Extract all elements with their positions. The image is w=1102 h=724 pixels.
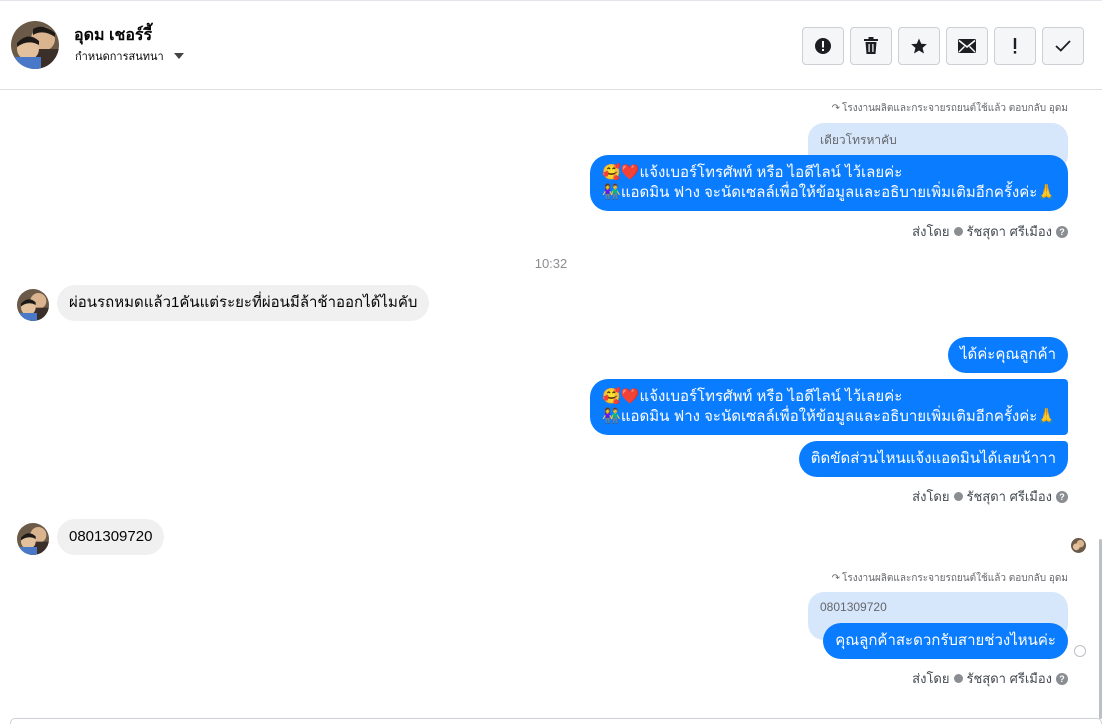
alert-circle-icon: [815, 38, 831, 54]
help-icon[interactable]: ?: [1056, 490, 1068, 503]
message-line: 👫แอดมิน ฟาง จะนัดเซลล์เพื่อให้ข้อมูลและอ…: [602, 408, 1056, 425]
incoming-message[interactable]: ผ่อนรถหมดแล้ว1คันแต่ระยะที่ผ่อนมีล้าช้าอ…: [57, 285, 430, 321]
sender-avatar[interactable]: [17, 289, 49, 321]
delete-button[interactable]: [850, 27, 892, 65]
envelope-icon: [958, 39, 976, 53]
sent-by-label: ส่งโดย: [912, 224, 950, 239]
sent-by-info: ส่งโดย รัชสุดา ศรีเมือง ?: [912, 668, 1068, 689]
page-badge-icon: [953, 674, 963, 683]
outgoing-message[interactable]: ติดขัดส่วนไหนแจ้งแอดมินได้เลยน้าาา: [798, 441, 1068, 477]
sent-by-label: ส่งโดย: [912, 671, 950, 686]
outgoing-message[interactable]: คุณลูกค้าสะดวกรับสายช่วงไหนค่ะ: [823, 623, 1068, 659]
header-actions: [802, 27, 1084, 65]
sent-by-name[interactable]: รัชสุดา ศรีเมือง: [967, 486, 1053, 507]
message-timestamp: 10:32: [534, 256, 568, 271]
reply-arrow-icon: ↷: [831, 103, 840, 114]
sent-by-name[interactable]: รัชสุดา ศรีเมือง: [967, 668, 1053, 689]
help-icon[interactable]: ?: [1056, 672, 1068, 685]
sent-by-info: ส่งโดย รัชสุดา ศรีเมือง ?: [912, 221, 1068, 242]
conversation-settings-dropdown[interactable]: กำหนดการสนทนา: [75, 47, 184, 65]
sender-avatar[interactable]: [17, 523, 49, 555]
star-icon: [911, 38, 927, 54]
reply-context-text: โรงงานผลิตและกระจายรถยนต์ใช้แล้ว ตอบกลับ…: [841, 573, 1068, 584]
quoted-text: 0801309720: [820, 600, 887, 614]
follow-up-button[interactable]: [994, 27, 1036, 65]
conversation-settings-label: กำหนดการสนทนา: [75, 51, 164, 63]
star-button[interactable]: [898, 27, 940, 65]
incoming-message[interactable]: 0801309720: [57, 519, 165, 555]
check-icon: [1055, 40, 1071, 52]
reply-context: ↷ โรงงานผลิตและกระจายรถยนต์ใช้แล้ว ตอบกล…: [832, 571, 1068, 586]
message-line: 🥰❤️แจ้งเบอร์โทรศัพท์ หรือ ไอดีไลน์ ไว้เล…: [602, 164, 903, 181]
sent-by-label: ส่งโดย: [912, 489, 950, 504]
help-icon[interactable]: ?: [1056, 225, 1068, 238]
read-receipt-avatar: [1071, 538, 1086, 553]
reply-arrow-icon: ↷: [831, 573, 840, 584]
outgoing-message[interactable]: 🥰❤️แจ้งเบอร์โทรศัพท์ หรือ ไอดีไลน์ ไว้เล…: [590, 379, 1068, 435]
page-badge-icon: [953, 227, 963, 236]
sent-by-name[interactable]: รัชสุดา ศรีเมือง: [967, 221, 1053, 242]
message-thread[interactable]: ↷ โรงงานผลิตและกระจายรถยนต์ใช้แล้ว ตอบกล…: [0, 91, 1102, 720]
quoted-text: เดียวโทรหาคับ: [820, 133, 897, 147]
outgoing-message[interactable]: 🥰❤️แจ้งเบอร์โทรศัพท์ หรือ ไอดีไลน์ ไว้เล…: [590, 155, 1068, 211]
page-badge-icon: [953, 492, 963, 501]
reply-context-text: โรงงานผลิตและกระจายรถยนต์ใช้แล้ว ตอบกลับ…: [841, 103, 1068, 114]
delivered-check-icon: [1074, 645, 1086, 657]
outgoing-message[interactable]: ได้ค่ะคุณลูกค้า: [947, 337, 1068, 373]
contact-avatar[interactable]: [11, 21, 59, 69]
trash-icon: [864, 37, 878, 54]
sent-by-info: ส่งโดย รัชสุดา ศรีเมือง ?: [912, 486, 1068, 507]
mark-done-button[interactable]: [1042, 27, 1084, 65]
message-composer[interactable]: [10, 718, 1102, 724]
contact-name[interactable]: อุดม เชอร์รี้: [74, 23, 152, 48]
caret-down-icon: [173, 53, 184, 59]
message-line: 🥰❤️แจ้งเบอร์โทรศัพท์ หรือ ไอดีไลน์ ไว้เล…: [602, 388, 903, 405]
exclamation-icon: [1013, 38, 1017, 54]
mark-spam-button[interactable]: [802, 27, 844, 65]
reply-context: ↷ โรงงานผลิตและกระจายรถยนต์ใช้แล้ว ตอบกล…: [832, 101, 1068, 116]
conversation-header: อุดม เชอร์รี้ กำหนดการสนทนา: [0, 0, 1102, 90]
mark-unread-button[interactable]: [946, 27, 988, 65]
message-line: 👫แอดมิน ฟาง จะนัดเซลล์เพื่อให้ข้อมูลและอ…: [602, 184, 1056, 201]
